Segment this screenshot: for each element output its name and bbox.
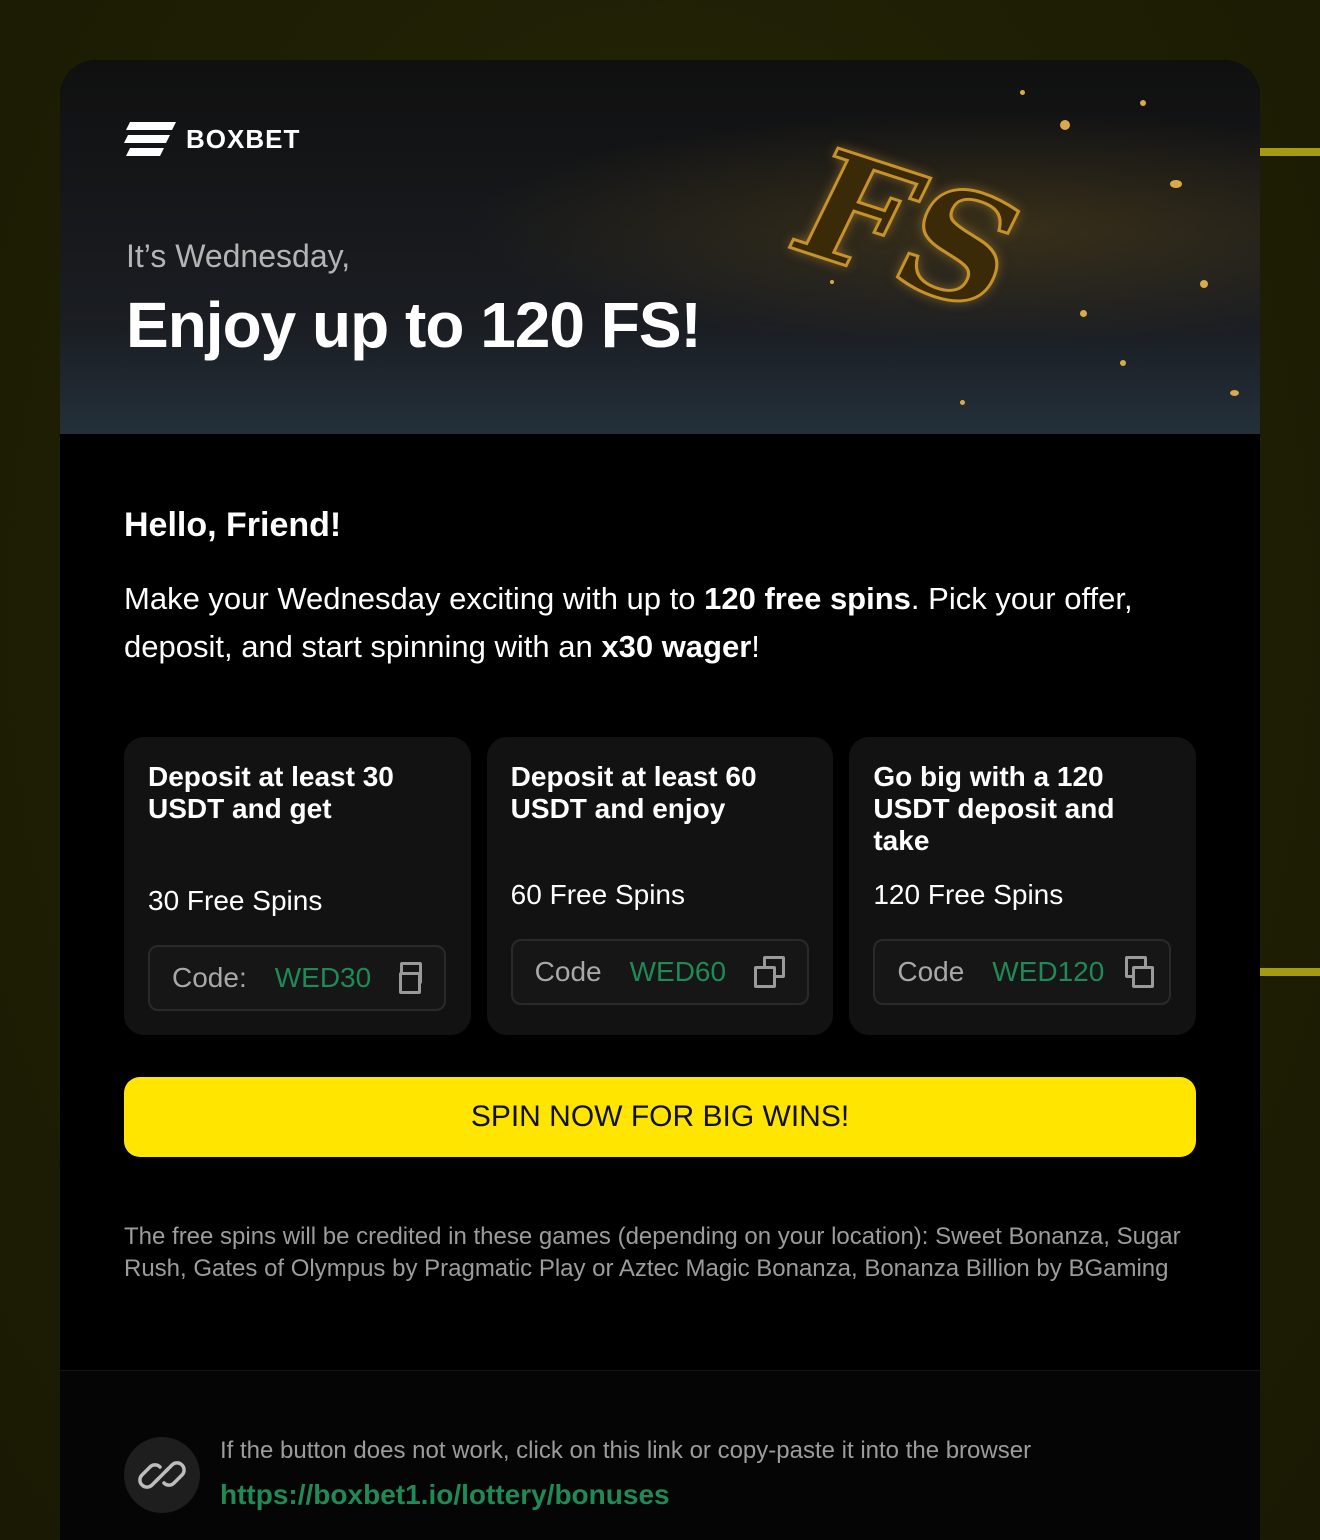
bonuses-link[interactable]: https://boxbet1.io/lottery/bonuses <box>220 1479 670 1511</box>
games-note: The free spins will be credited in these… <box>124 1223 1181 1282</box>
promo-code[interactable]: WED30 <box>275 962 371 994</box>
hero-banner: BOXBET FS It’s Wednesday, Enjoy up to 12… <box>60 60 1260 434</box>
intro-highlight-wager: x30 wager <box>601 629 752 664</box>
offer-card-30: Deposit at least 30 USDT and get 30 Free… <box>124 737 471 1035</box>
gold-speck <box>1200 280 1208 288</box>
intro-text: Make your Wednesday exciting with up to <box>124 581 705 616</box>
offer-title: Deposit at least 30 USDT and get <box>148 761 394 824</box>
intro-paragraph: Make your Wednesday exciting with up to … <box>124 575 1196 671</box>
code-label: Code <box>897 956 965 987</box>
footer-instructions: If the button does not work, click on th… <box>220 1437 1032 1464</box>
decorative-line-bottom <box>1260 968 1320 976</box>
offer-card-120: Go big with a 120 USDT deposit and take … <box>849 737 1197 1035</box>
gold-speck <box>1230 390 1239 396</box>
footer: If the button does not work, click on th… <box>60 1370 1260 1540</box>
gold-speck <box>1060 120 1070 130</box>
promo-code-box[interactable]: Code WED120 <box>873 939 1172 1005</box>
offer-card-60: Deposit at least 60 USDT and enjoy 60 Fr… <box>486 737 834 1035</box>
copy-icon[interactable] <box>1125 956 1155 988</box>
intro-text: ! <box>751 629 760 664</box>
hero-title: Enjoy up to 120 FS! <box>126 289 702 361</box>
offer-list: Deposit at least 30 USDT and get 30 Free… <box>124 737 1197 1035</box>
hero-eyebrow: It’s Wednesday, <box>126 238 351 274</box>
gold-speck <box>960 400 965 405</box>
greeting: Hello, Friend! <box>124 506 342 544</box>
decorative-line-top <box>1260 148 1320 156</box>
offer-spins: 60 Free Spins <box>510 879 685 910</box>
offer-spins: 120 Free Spins <box>873 879 1064 910</box>
offer-spins: 30 Free Spins <box>148 885 323 916</box>
fs-art-letters: FS <box>765 117 1050 346</box>
offer-title: Deposit at least 60 USDT and enjoy <box>510 761 757 824</box>
chain-link-icon <box>138 1461 186 1489</box>
code-label: Code: <box>172 962 247 993</box>
gold-speck <box>1020 90 1025 95</box>
brand-logo[interactable]: BOXBET <box>124 122 300 156</box>
promo-code-box[interactable]: Code WED60 <box>510 939 809 1005</box>
offer-title: Go big with a 120 USDT deposit and take <box>873 761 1115 856</box>
brand-name: BOXBET <box>186 123 301 154</box>
promo-code-box[interactable]: Code: WED30 <box>148 945 446 1011</box>
code-label: Code <box>534 956 602 987</box>
email-card: BOXBET FS It’s Wednesday, Enjoy up to 12… <box>60 60 1260 1540</box>
copy-icon[interactable] <box>754 956 785 988</box>
intro-highlight-spins: 120 free spins <box>704 581 911 616</box>
promo-code[interactable]: WED120 <box>992 956 1104 988</box>
link-icon <box>124 1437 200 1513</box>
gold-speck <box>1120 360 1126 366</box>
fs-gold-artwork: FS <box>765 117 1050 346</box>
spin-now-button[interactable]: SPIN NOW FOR BIG WINS! <box>124 1077 1196 1157</box>
boxbet-logo-icon <box>124 122 176 156</box>
email-body: Hello, Friend! Make your Wednesday excit… <box>60 506 1260 1285</box>
gold-speck <box>1170 180 1182 188</box>
gold-speck <box>1140 100 1146 106</box>
copy-icon[interactable] <box>399 962 422 994</box>
promo-code[interactable]: WED60 <box>630 956 726 988</box>
gold-speck <box>1080 310 1087 317</box>
